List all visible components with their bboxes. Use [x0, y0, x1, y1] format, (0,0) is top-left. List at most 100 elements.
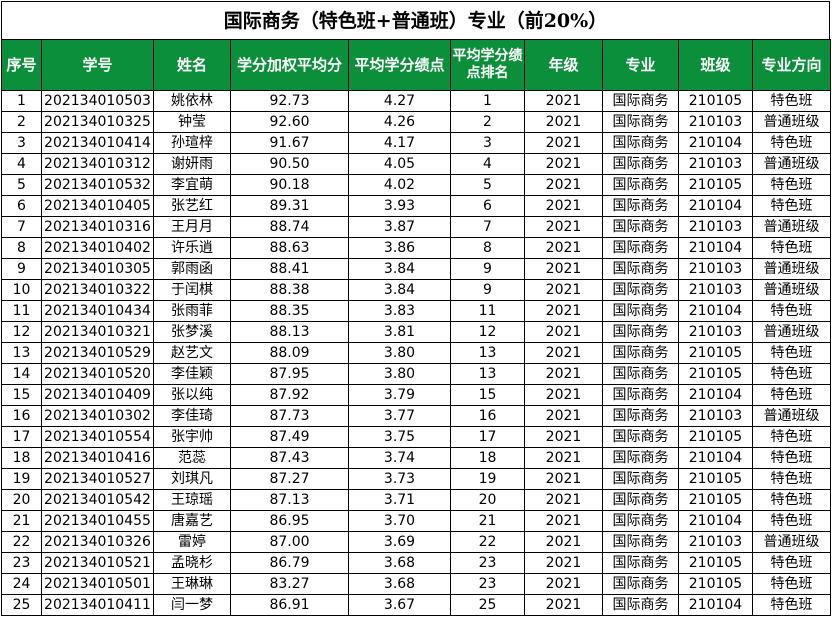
cell-gpa-rank[interactable]: 25	[450, 594, 525, 616]
cell-student-id[interactable]: 202134010529	[41, 342, 154, 364]
cell-direction[interactable]: 普通班级	[752, 321, 831, 343]
cell-seq[interactable]: 8	[1, 237, 42, 259]
cell-direction[interactable]: 普通班级	[752, 531, 831, 553]
cell-grade[interactable]: 2021	[524, 384, 603, 406]
cell-seq[interactable]: 20	[1, 489, 42, 511]
cell-student-id[interactable]: 202134010532	[41, 174, 154, 196]
cell-name[interactable]: 孙瑄梓	[153, 132, 231, 154]
cell-direction[interactable]: 普通班级	[752, 258, 831, 280]
cell-gpa-rank[interactable]: 3	[450, 132, 525, 154]
cell-seq[interactable]: 13	[1, 342, 42, 364]
cell-weighted-avg[interactable]: 92.60	[230, 111, 349, 133]
cell-class[interactable]: 210103	[678, 279, 753, 301]
cell-class[interactable]: 210103	[678, 405, 753, 427]
cell-name[interactable]: 许乐逍	[153, 237, 231, 259]
cell-gpa-rank[interactable]: 5	[450, 174, 525, 196]
cell-major[interactable]: 国际商务	[602, 279, 679, 301]
cell-grade[interactable]: 2021	[524, 279, 603, 301]
cell-gpa[interactable]: 3.84	[348, 258, 451, 280]
header-weighted-avg[interactable]: 学分加权平均分	[230, 39, 349, 91]
cell-seq[interactable]: 17	[1, 426, 42, 448]
cell-class[interactable]: 210105	[678, 468, 753, 490]
cell-direction[interactable]: 特色班	[752, 468, 831, 490]
cell-name[interactable]: 李宜萌	[153, 174, 231, 196]
cell-grade[interactable]: 2021	[524, 552, 603, 574]
cell-gpa-rank[interactable]: 4	[450, 153, 525, 175]
cell-weighted-avg[interactable]: 88.35	[230, 300, 349, 322]
cell-student-id[interactable]: 202134010316	[41, 216, 154, 238]
cell-direction[interactable]: 普通班级	[752, 153, 831, 175]
cell-class[interactable]: 210103	[678, 321, 753, 343]
cell-class[interactable]: 210105	[678, 489, 753, 511]
cell-seq[interactable]: 11	[1, 300, 42, 322]
header-direction[interactable]: 专业方向	[752, 39, 831, 91]
cell-student-id[interactable]: 202134010305	[41, 258, 154, 280]
cell-class[interactable]: 210103	[678, 258, 753, 280]
cell-class[interactable]: 210103	[678, 216, 753, 238]
cell-gpa-rank[interactable]: 17	[450, 426, 525, 448]
cell-gpa[interactable]: 4.02	[348, 174, 451, 196]
cell-weighted-avg[interactable]: 87.00	[230, 531, 349, 553]
cell-grade[interactable]: 2021	[524, 300, 603, 322]
cell-major[interactable]: 国际商务	[602, 90, 679, 112]
cell-gpa[interactable]: 3.84	[348, 279, 451, 301]
cell-major[interactable]: 国际商务	[602, 174, 679, 196]
cell-direction[interactable]: 特色班	[752, 594, 831, 616]
cell-name[interactable]: 赵艺文	[153, 342, 231, 364]
cell-direction[interactable]: 普通班级	[752, 111, 831, 133]
cell-gpa[interactable]: 4.05	[348, 153, 451, 175]
cell-seq[interactable]: 2	[1, 111, 42, 133]
cell-weighted-avg[interactable]: 87.49	[230, 426, 349, 448]
cell-weighted-avg[interactable]: 87.92	[230, 384, 349, 406]
cell-major[interactable]: 国际商务	[602, 216, 679, 238]
cell-name[interactable]: 范蕊	[153, 447, 231, 469]
cell-weighted-avg[interactable]: 87.73	[230, 405, 349, 427]
cell-gpa-rank[interactable]: 19	[450, 468, 525, 490]
cell-gpa-rank[interactable]: 23	[450, 573, 525, 595]
header-name[interactable]: 姓名	[153, 39, 231, 91]
cell-seq[interactable]: 6	[1, 195, 42, 217]
cell-major[interactable]: 国际商务	[602, 405, 679, 427]
cell-gpa-rank[interactable]: 11	[450, 300, 525, 322]
cell-name[interactable]: 唐嘉艺	[153, 510, 231, 532]
cell-student-id[interactable]: 202134010411	[41, 594, 154, 616]
cell-direction[interactable]: 特色班	[752, 384, 831, 406]
cell-name[interactable]: 孟晓杉	[153, 552, 231, 574]
cell-major[interactable]: 国际商务	[602, 237, 679, 259]
cell-gpa[interactable]: 3.86	[348, 237, 451, 259]
header-student-id[interactable]: 学号	[41, 39, 154, 91]
cell-direction[interactable]: 特色班	[752, 132, 831, 154]
cell-direction[interactable]: 特色班	[752, 342, 831, 364]
cell-grade[interactable]: 2021	[524, 363, 603, 385]
cell-name[interactable]: 刘琪凡	[153, 468, 231, 490]
cell-name[interactable]: 张艺红	[153, 195, 231, 217]
header-gpa[interactable]: 平均学分绩点	[348, 39, 451, 91]
cell-class[interactable]: 210105	[678, 342, 753, 364]
cell-major[interactable]: 国际商务	[602, 489, 679, 511]
cell-weighted-avg[interactable]: 90.18	[230, 174, 349, 196]
cell-seq[interactable]: 18	[1, 447, 42, 469]
cell-seq[interactable]: 3	[1, 132, 42, 154]
cell-gpa[interactable]: 3.71	[348, 489, 451, 511]
cell-grade[interactable]: 2021	[524, 153, 603, 175]
cell-major[interactable]: 国际商务	[602, 321, 679, 343]
cell-seq[interactable]: 25	[1, 594, 42, 616]
header-gpa-rank[interactable]: 平均学分绩点排名	[450, 39, 525, 91]
cell-weighted-avg[interactable]: 87.95	[230, 363, 349, 385]
cell-grade[interactable]: 2021	[524, 321, 603, 343]
cell-gpa-rank[interactable]: 20	[450, 489, 525, 511]
cell-name[interactable]: 李佳琦	[153, 405, 231, 427]
cell-seq[interactable]: 15	[1, 384, 42, 406]
cell-weighted-avg[interactable]: 86.79	[230, 552, 349, 574]
header-seq[interactable]: 序号	[1, 39, 42, 91]
cell-grade[interactable]: 2021	[524, 426, 603, 448]
cell-gpa[interactable]: 3.70	[348, 510, 451, 532]
cell-grade[interactable]: 2021	[524, 237, 603, 259]
cell-weighted-avg[interactable]: 87.27	[230, 468, 349, 490]
cell-name[interactable]: 于闰棋	[153, 279, 231, 301]
cell-gpa[interactable]: 3.93	[348, 195, 451, 217]
cell-name[interactable]: 雷婷	[153, 531, 231, 553]
cell-gpa[interactable]: 4.27	[348, 90, 451, 112]
cell-gpa-rank[interactable]: 16	[450, 405, 525, 427]
cell-direction[interactable]: 特色班	[752, 447, 831, 469]
